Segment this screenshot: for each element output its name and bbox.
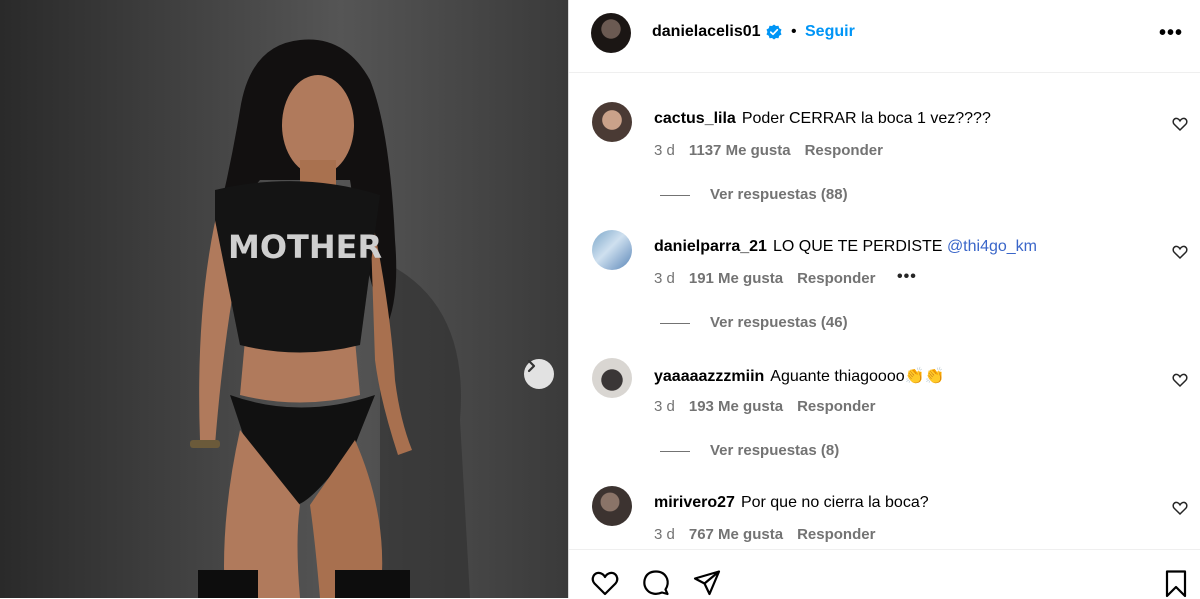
comment-username[interactable]: mirivero27 bbox=[654, 494, 735, 511]
reply-button[interactable]: Responder bbox=[797, 398, 875, 415]
view-replies-label: Ver respuestas (46) bbox=[710, 314, 848, 331]
heart-icon[interactable] bbox=[1172, 500, 1188, 516]
post-image: MOTHER bbox=[0, 0, 568, 598]
post-side-panel: danielacelis01 • Seguir ••• cactus_lila P… bbox=[569, 0, 1200, 599]
heart-icon[interactable] bbox=[1172, 116, 1188, 132]
verified-badge-icon bbox=[766, 24, 782, 40]
shirt-print: MOTHER bbox=[228, 228, 382, 266]
comment-mention[interactable]: @thi4go_km bbox=[947, 238, 1037, 255]
comment-time[interactable]: 3 d bbox=[654, 270, 675, 287]
comment-username[interactable]: danielparra_21 bbox=[654, 238, 767, 255]
comment-meta: 3 d 1137 Me gusta Responder bbox=[654, 142, 897, 159]
view-replies-button[interactable]: Ver respuestas (46) bbox=[660, 314, 848, 331]
post-photo-illustration: MOTHER bbox=[190, 39, 470, 598]
view-replies-label: Ver respuestas (8) bbox=[710, 442, 840, 459]
follow-button[interactable]: Seguir bbox=[805, 23, 855, 41]
comment-meta: 3 d 191 Me gusta Responder bbox=[654, 270, 889, 287]
comment-body: yaaaaazzzmiin Aguante thiagoooo👏👏 bbox=[654, 366, 944, 386]
reply-button[interactable]: Responder bbox=[805, 142, 883, 159]
comment-likes[interactable]: 193 Me gusta bbox=[689, 398, 783, 415]
comment-time[interactable]: 3 d bbox=[654, 142, 675, 159]
reply-button[interactable]: Responder bbox=[797, 270, 875, 287]
bookmark-icon[interactable] bbox=[1161, 568, 1191, 598]
more-options-icon[interactable]: ••• bbox=[1159, 22, 1183, 45]
post-action-bar bbox=[569, 549, 1200, 599]
comment-time[interactable]: 3 d bbox=[654, 398, 675, 415]
reply-button[interactable]: Responder bbox=[797, 526, 875, 543]
comment-text: LO QUE TE PERDISTE bbox=[772, 238, 943, 255]
comment-username[interactable]: yaaaaazzzmiin bbox=[654, 368, 764, 385]
next-image-button[interactable] bbox=[524, 359, 554, 389]
comment-icon[interactable] bbox=[641, 568, 671, 598]
comment-text: Por que no cierra la boca? bbox=[740, 494, 929, 511]
heart-icon[interactable] bbox=[1172, 372, 1188, 388]
post-header: danielacelis01 • Seguir ••• bbox=[569, 0, 1200, 73]
author-username[interactable]: danielacelis01 bbox=[652, 23, 761, 41]
comment-text: Aguante thiagoooo👏👏 bbox=[770, 368, 945, 385]
replies-line bbox=[660, 450, 690, 452]
comment-text: Poder CERRAR la boca 1 vez???? bbox=[741, 110, 991, 127]
commenter-avatar[interactable] bbox=[592, 230, 632, 270]
header-separator: • bbox=[791, 23, 797, 40]
chevron-right-icon bbox=[527, 359, 536, 373]
comment-likes[interactable]: 1137 Me gusta bbox=[689, 142, 791, 159]
comment-likes[interactable]: 191 Me gusta bbox=[689, 270, 783, 287]
view-replies-button[interactable]: Ver respuestas (8) bbox=[660, 442, 839, 459]
comment-options-icon[interactable]: ••• bbox=[897, 268, 917, 286]
commenter-avatar[interactable] bbox=[592, 358, 632, 398]
author-avatar[interactable] bbox=[591, 13, 631, 53]
commenter-avatar[interactable] bbox=[592, 102, 632, 142]
commenter-avatar[interactable] bbox=[592, 486, 632, 526]
comment-meta: 3 d 767 Me gusta Responder bbox=[654, 526, 889, 543]
comment-body: mirivero27 Por que no cierra la boca? bbox=[654, 494, 929, 512]
replies-line bbox=[660, 194, 690, 196]
comment-body: cactus_lila Poder CERRAR la boca 1 vez???… bbox=[654, 110, 991, 128]
view-replies-button[interactable]: Ver respuestas (88) bbox=[660, 186, 848, 203]
view-replies-label: Ver respuestas (88) bbox=[710, 186, 848, 203]
comment-body: danielparra_21 LO QUE TE PERDISTE @thi4go… bbox=[654, 238, 1037, 256]
heart-icon[interactable] bbox=[1172, 244, 1188, 260]
heart-icon[interactable] bbox=[590, 568, 620, 598]
comment-username[interactable]: cactus_lila bbox=[654, 110, 736, 127]
replies-line bbox=[660, 322, 690, 324]
comment-meta: 3 d 193 Me gusta Responder bbox=[654, 398, 889, 415]
share-icon[interactable] bbox=[692, 568, 722, 598]
comment-time[interactable]: 3 d bbox=[654, 526, 675, 543]
comment-likes[interactable]: 767 Me gusta bbox=[689, 526, 783, 543]
